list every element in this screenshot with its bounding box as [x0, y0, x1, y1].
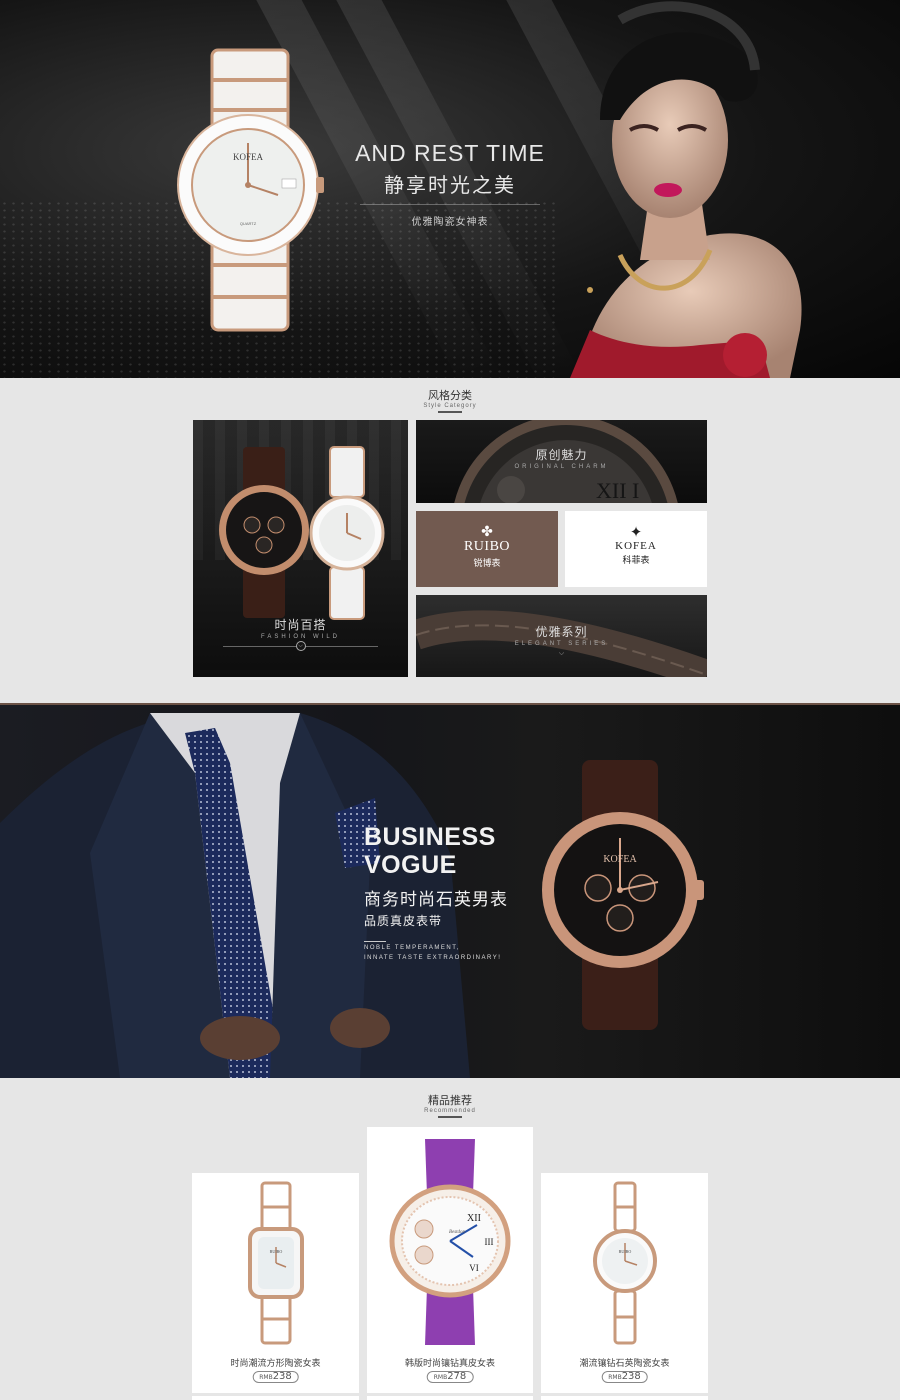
brand-name-cn: 科菲表	[622, 556, 650, 566]
product-image: RUIBO	[248, 1181, 304, 1345]
svg-text:XII: XII	[467, 1213, 481, 1224]
chevron-down-icon[interactable]: ⌵	[295, 641, 306, 651]
product-image: RUIBO	[593, 1181, 657, 1345]
product-price: RMB238	[601, 1371, 648, 1383]
watch-brand-text: KOFEA	[233, 152, 264, 162]
business-subtitle-cn: 品质真皮表带	[364, 914, 443, 928]
next-row-card-edge	[192, 1396, 359, 1400]
brand-ruibo-tile[interactable]: ✤ RUIBO 锐博表	[416, 511, 558, 587]
business-title-en-line1: BUSINESS	[364, 823, 496, 851]
category-label: 时尚百搭 FASHION WILD ⌵	[193, 616, 408, 651]
business-copy: BUSINESS VOGUE 商务时尚石英男表 品质真皮表带 NOBLE TEM…	[364, 823, 508, 962]
business-title-en-line2: VOGUE	[364, 851, 457, 879]
brand-name: RUIBO	[463, 539, 511, 554]
hero-title-cn: 静享时光之美	[384, 173, 516, 197]
svg-text:III: III	[485, 1237, 494, 1247]
hero-title-en: AND REST TIME	[355, 140, 545, 166]
category-elegant-series[interactable]: 优雅系列 ELEGANT SERIES ⌵	[416, 595, 707, 677]
divider	[360, 204, 540, 205]
brand-name-cn: 锐博表	[473, 559, 501, 569]
divider	[438, 1116, 462, 1118]
business-title-cn: 商务时尚石英男表	[364, 890, 508, 910]
hero-subtitle: 优雅陶瓷女神表	[411, 217, 489, 228]
divider	[364, 941, 386, 942]
next-row-card-edge	[367, 1396, 533, 1400]
product-name: 潮流镶钻石英陶瓷女表	[579, 1359, 670, 1369]
business-tagline-2: INNATE TASTE EXTRAORDINARY!	[364, 955, 502, 961]
svg-text:QUARTZ: QUARTZ	[240, 221, 257, 226]
hero-copy: AND REST TIME 静享时光之美 优雅陶瓷女神表	[340, 140, 560, 228]
product-card[interactable]: RUIBO 时尚潮流方形陶瓷女表 RMB238	[192, 1173, 359, 1393]
section-title-cn: 精品推荐	[428, 1094, 472, 1107]
watch-brand-text: KOFEA	[603, 854, 637, 865]
style-section-title: 风格分类 Style Category	[0, 387, 900, 413]
ceramic-watch-image: KOFEA QUARTZ	[177, 48, 324, 332]
hero-banner[interactable]: KOFEA QUARTZ AND REST TIME 静享时光之美 优雅陶瓷女神…	[0, 0, 900, 378]
svg-text:Bestdon: Bestdon	[449, 1230, 466, 1235]
product-card[interactable]: XII III VI Bestdon 韩版时尚镶钻真皮女表 RMB278	[367, 1127, 533, 1393]
section-title-cn: 风格分类	[428, 389, 472, 402]
product-price: RMB278	[426, 1371, 474, 1383]
product-name: 时尚潮流方形陶瓷女表	[230, 1359, 321, 1369]
chevron-down-icon[interactable]: ⌵	[416, 649, 707, 658]
product-price: RMB238	[252, 1371, 299, 1383]
category-fashion-wild[interactable]: 时尚百搭 FASHION WILD ⌵	[193, 420, 408, 677]
kofea-logo-icon: ✦	[629, 523, 643, 541]
divider	[438, 411, 462, 413]
svg-text:RUIBO: RUIBO	[619, 1249, 632, 1254]
business-tagline-1: NOBLE TEMPERAMENT,	[364, 945, 460, 951]
model-photo	[570, 1, 802, 378]
section-title-en: Style Category	[423, 403, 477, 409]
category-original-charm[interactable]: XII I 原创魅力 ORIGINAL CHARM	[416, 420, 707, 503]
svg-text:XII I: XII I	[596, 478, 639, 503]
brand-kofea-tile[interactable]: ✦ KOFEA 科菲表	[565, 511, 707, 587]
mens-leather-watch-image: KOFEA	[542, 760, 704, 1030]
recommended-section-title: 精品推荐 Recommended	[0, 1092, 900, 1118]
svg-text:VI: VI	[469, 1263, 479, 1273]
svg-text:RUIBO: RUIBO	[270, 1249, 283, 1254]
category-label: 优雅系列 ELEGANT SERIES ⌵	[416, 623, 707, 658]
category-label: 原创魅力 ORIGINAL CHARM	[514, 448, 609, 470]
product-name: 韩版时尚镶钻真皮女表	[404, 1359, 495, 1369]
product-card[interactable]: RUIBO 潮流镶钻石英陶瓷女表 RMB238	[541, 1173, 708, 1393]
product-image: XII III VI Bestdon	[389, 1139, 511, 1345]
watch-pair-image	[219, 446, 385, 620]
ruibo-logo-icon: ✤	[481, 524, 493, 540]
brand-name: KOFEA	[615, 540, 657, 552]
next-row-card-edge	[541, 1396, 708, 1400]
section-title-en: Recommended	[424, 1108, 476, 1114]
